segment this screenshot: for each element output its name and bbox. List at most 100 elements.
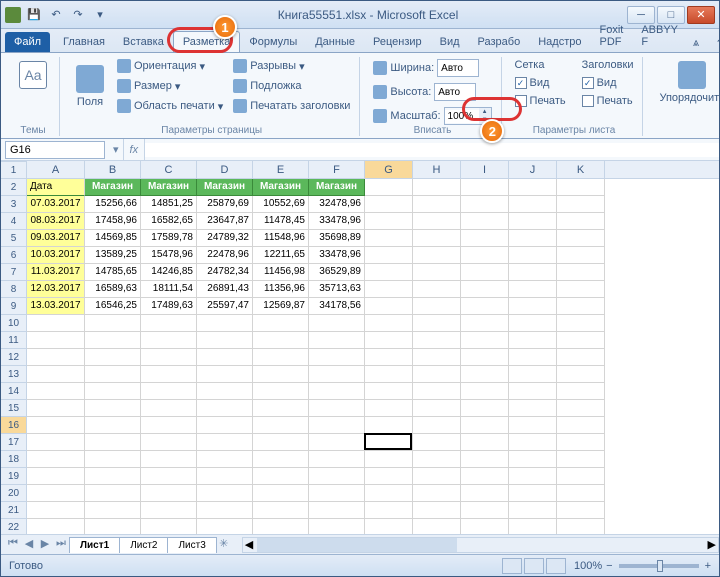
cell[interactable]: 17589,78: [141, 230, 197, 247]
row-header-20[interactable]: 20: [1, 485, 26, 502]
help-icon[interactable]: ?: [711, 36, 720, 52]
column-header-B[interactable]: B: [85, 161, 141, 178]
cell[interactable]: [509, 213, 557, 230]
cell[interactable]: [141, 383, 197, 400]
cell[interactable]: [365, 366, 413, 383]
cell[interactable]: [365, 383, 413, 400]
cell[interactable]: [461, 230, 509, 247]
cell[interactable]: [309, 400, 365, 417]
cell[interactable]: [557, 434, 605, 451]
cell[interactable]: [413, 264, 461, 281]
cell[interactable]: [557, 281, 605, 298]
cell[interactable]: 13.03.2017: [27, 298, 85, 315]
cell[interactable]: [309, 468, 365, 485]
cell[interactable]: [141, 519, 197, 534]
horizontal-scrollbar[interactable]: ◀▶: [242, 537, 719, 553]
cell[interactable]: [309, 366, 365, 383]
row-header-3[interactable]: 3: [1, 196, 26, 213]
cell[interactable]: 23647,87: [197, 213, 253, 230]
sheet-nav-last-icon[interactable]: ⏭: [53, 537, 69, 553]
cell[interactable]: Магазин 4: [253, 179, 309, 196]
row-header-11[interactable]: 11: [1, 332, 26, 349]
cell[interactable]: [141, 400, 197, 417]
cell[interactable]: [413, 417, 461, 434]
cell[interactable]: [309, 383, 365, 400]
cell[interactable]: [197, 366, 253, 383]
cell[interactable]: [253, 417, 309, 434]
cell[interactable]: Магазин 1: [85, 179, 141, 196]
cell[interactable]: 26891,43: [197, 281, 253, 298]
tab-review[interactable]: Рецензир: [364, 32, 431, 52]
cell[interactable]: [85, 434, 141, 451]
cell[interactable]: [309, 434, 365, 451]
cell[interactable]: [413, 451, 461, 468]
column-header-I[interactable]: I: [461, 161, 509, 178]
cell[interactable]: [27, 417, 85, 434]
column-header-H[interactable]: H: [413, 161, 461, 178]
cell[interactable]: [197, 502, 253, 519]
cell[interactable]: [253, 485, 309, 502]
cell[interactable]: 07.03.2017: [27, 196, 85, 213]
cell[interactable]: [509, 383, 557, 400]
cell[interactable]: [557, 179, 605, 196]
cell[interactable]: [141, 485, 197, 502]
margins-button[interactable]: Поля: [70, 57, 110, 115]
cell[interactable]: [197, 332, 253, 349]
cell[interactable]: 10552,69: [253, 196, 309, 213]
ribbon-minimize-icon[interactable]: ⩓: [687, 35, 705, 52]
cell[interactable]: [309, 315, 365, 332]
column-header-G[interactable]: G: [365, 161, 413, 178]
cell[interactable]: [27, 400, 85, 417]
cell[interactable]: [141, 417, 197, 434]
cell[interactable]: [365, 349, 413, 366]
cell[interactable]: [557, 502, 605, 519]
cell[interactable]: [461, 196, 509, 213]
new-sheet-icon[interactable]: ✳: [216, 537, 232, 553]
tab-view[interactable]: Вид: [431, 32, 469, 52]
cell[interactable]: 11548,96: [253, 230, 309, 247]
cell[interactable]: [557, 315, 605, 332]
cell[interactable]: [557, 383, 605, 400]
cell[interactable]: 14851,25: [141, 196, 197, 213]
cell[interactable]: [253, 315, 309, 332]
tab-dev[interactable]: Разрабо: [469, 32, 530, 52]
cell[interactable]: [557, 349, 605, 366]
cell[interactable]: 13589,25: [85, 247, 141, 264]
column-header-J[interactable]: J: [509, 161, 557, 178]
cell[interactable]: [85, 315, 141, 332]
close-button[interactable]: ✕: [687, 6, 715, 24]
cell[interactable]: [461, 315, 509, 332]
row-header-9[interactable]: 9: [1, 298, 26, 315]
cell[interactable]: [509, 247, 557, 264]
cell[interactable]: [27, 349, 85, 366]
cell[interactable]: 22478,96: [197, 247, 253, 264]
cell[interactable]: [557, 519, 605, 534]
cell[interactable]: [253, 451, 309, 468]
cell[interactable]: [461, 383, 509, 400]
cell[interactable]: 11.03.2017: [27, 264, 85, 281]
cell[interactable]: [461, 264, 509, 281]
cell[interactable]: [141, 366, 197, 383]
fx-icon[interactable]: fx: [123, 139, 146, 160]
cell[interactable]: [85, 366, 141, 383]
cell[interactable]: [413, 179, 461, 196]
tab-foxit[interactable]: Foxit PDF: [590, 20, 632, 52]
cell[interactable]: [509, 417, 557, 434]
cell[interactable]: 15256,66: [85, 196, 141, 213]
cell[interactable]: [27, 366, 85, 383]
cell[interactable]: [141, 451, 197, 468]
column-header-E[interactable]: E: [253, 161, 309, 178]
cell[interactable]: [365, 400, 413, 417]
cell[interactable]: [365, 519, 413, 534]
cell[interactable]: [461, 451, 509, 468]
cell[interactable]: [461, 434, 509, 451]
view-break-button[interactable]: [546, 558, 566, 574]
cell[interactable]: [557, 485, 605, 502]
cell[interactable]: [309, 332, 365, 349]
cell[interactable]: [365, 179, 413, 196]
cell[interactable]: [413, 213, 461, 230]
cell[interactable]: [557, 366, 605, 383]
cell[interactable]: 24782,34: [197, 264, 253, 281]
cell[interactable]: [365, 230, 413, 247]
background-button[interactable]: Подложка: [230, 77, 353, 95]
